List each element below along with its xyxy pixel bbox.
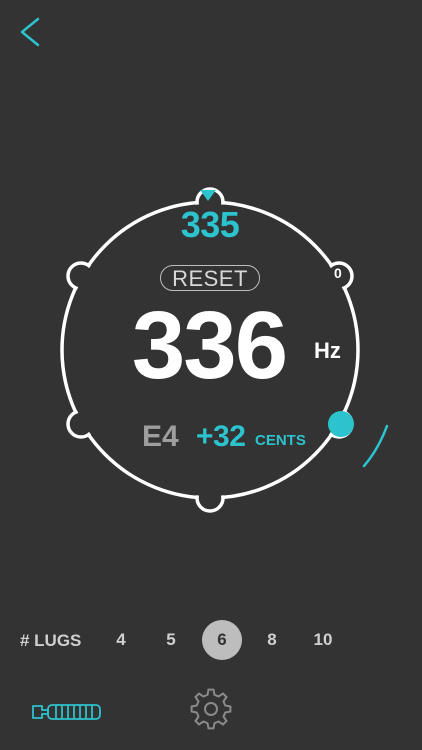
lugs-selector: # LUGS 4 5 6 8 10	[0, 620, 422, 662]
frequency-unit: Hz	[314, 338, 341, 363]
lug-option-4[interactable]: 4	[101, 620, 141, 660]
lug-marker-lower-right[interactable]	[324, 409, 354, 439]
lugs-label: # LUGS	[20, 631, 82, 650]
target-pointer-icon	[200, 190, 216, 201]
lug-marker-upper-left[interactable]	[66, 261, 96, 291]
back-chevron-icon[interactable]	[12, 14, 48, 50]
lug-option-10[interactable]: 10	[303, 620, 343, 660]
note-name: E4	[142, 420, 179, 453]
current-lug-index: 0	[334, 265, 342, 281]
lug-option-5[interactable]: 5	[151, 620, 191, 660]
cents-unit: CENTS	[255, 432, 306, 449]
lug-option-8[interactable]: 8	[252, 620, 292, 660]
lug-marker-bottom[interactable]	[195, 483, 225, 513]
frequency-readout: 336	[131, 292, 288, 399]
target-frequency: 335	[180, 204, 240, 245]
gear-icon[interactable]	[190, 688, 232, 730]
drum-key-icon[interactable]	[30, 696, 106, 728]
reset-button[interactable]: RESET	[160, 265, 260, 291]
lug-marker-lower-left[interactable]	[66, 409, 96, 439]
lug-option-6[interactable]: 6	[202, 620, 242, 660]
tuning-arc	[362, 424, 389, 468]
cents-offset: +32	[196, 420, 246, 453]
